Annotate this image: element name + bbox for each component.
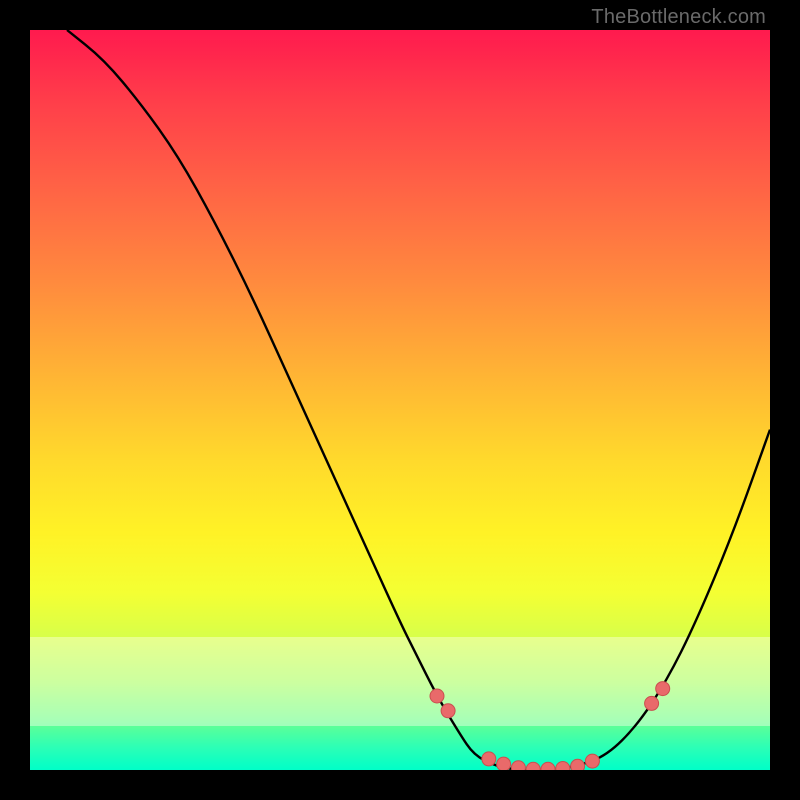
dot bbox=[526, 762, 540, 770]
dot bbox=[585, 754, 599, 768]
watermark-text: TheBottleneck.com bbox=[591, 6, 766, 29]
chart-frame bbox=[30, 30, 770, 770]
dot bbox=[430, 689, 444, 703]
dot bbox=[571, 759, 585, 770]
dot bbox=[441, 704, 455, 718]
curve-layer bbox=[30, 30, 770, 770]
dot bbox=[645, 696, 659, 710]
dot bbox=[556, 762, 570, 770]
plot-area bbox=[30, 30, 770, 770]
dot bbox=[482, 752, 496, 766]
dot bbox=[656, 682, 670, 696]
dot bbox=[511, 761, 525, 770]
dot bbox=[541, 762, 555, 770]
dot bbox=[497, 757, 511, 770]
bottleneck-curve bbox=[67, 30, 770, 770]
